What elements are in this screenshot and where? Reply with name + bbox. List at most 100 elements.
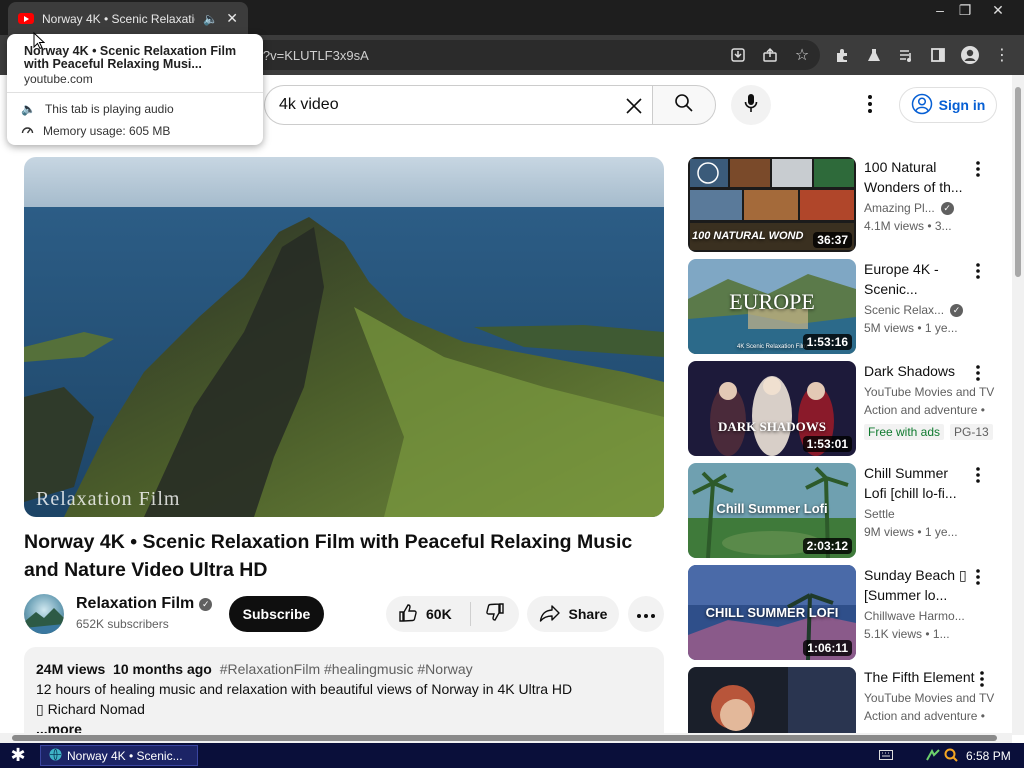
profile-avatar-icon[interactable]	[959, 44, 981, 66]
video-title: Norway 4K • Scenic Relaxation Film with …	[24, 531, 633, 581]
video-duration: 1:53:16	[802, 334, 852, 350]
microphone-icon	[744, 93, 758, 118]
vertical-scroll-thumb[interactable]	[1015, 87, 1021, 277]
sign-in-button[interactable]: Sign in	[899, 87, 997, 123]
thumbnail-caption: CHILL SUMMER LOFI	[705, 605, 839, 620]
channel-avatar[interactable]	[24, 594, 64, 634]
share-arrow-icon	[539, 604, 561, 625]
video-player[interactable]: Relaxation Film	[24, 157, 664, 517]
voice-search-button[interactable]	[731, 85, 771, 125]
search-button[interactable]	[652, 85, 716, 125]
video-menu-icon[interactable]	[968, 261, 988, 281]
window-close-icon[interactable]: ✕	[983, 0, 1013, 20]
recommended-stats: 5.1K views • 1...	[864, 627, 950, 641]
horizontal-scrollbar[interactable]	[0, 733, 1012, 743]
recommended-video[interactable]: Chill Summer Lofi 2:03:12 Chill Summer L…	[688, 463, 1008, 558]
recommended-video[interactable]: The Fifth Element YouTube Movies and TV …	[688, 667, 1008, 733]
mouse-cursor-icon	[33, 31, 46, 55]
recommended-video[interactable]: 100 NATURAL WOND 36:37 100 Natural Wonde…	[688, 157, 1008, 252]
keyboard-icon[interactable]	[878, 748, 894, 762]
youtube-favicon-icon	[18, 13, 34, 24]
recommended-stats: Action and adventure •	[864, 403, 985, 417]
hover-card-memory-row: Memory usage: 605 MB	[21, 123, 170, 138]
recommended-title[interactable]: Chill Summer Lofi [chill lo-fi...	[864, 463, 968, 503]
settings-more-icon[interactable]	[858, 92, 882, 116]
video-thumbnail[interactable]: CHILL SUMMER LOFI 1:06:11	[688, 565, 856, 660]
recommended-channel: Chillwave Harmo...	[864, 609, 965, 623]
memory-gauge-icon	[21, 123, 34, 138]
recommended-channel: YouTube Movies and TV	[864, 691, 995, 705]
os-taskbar: ✱ Norway 4K • Scenic... 6:58 PM	[0, 743, 1024, 768]
hover-card-divider	[7, 92, 263, 93]
thumbnail-caption: EUROPE	[729, 289, 815, 314]
video-menu-icon[interactable]	[972, 669, 992, 689]
hashtags[interactable]: #RelaxationFilm #healingmusic #Norway	[220, 661, 473, 677]
lab-flask-icon[interactable]	[863, 44, 885, 66]
network-icon[interactable]	[925, 748, 941, 762]
like-button[interactable]: 60K	[386, 596, 470, 632]
install-icon[interactable]	[727, 44, 749, 66]
recommended-title[interactable]: 100 Natural Wonders of th...	[864, 157, 968, 197]
url-text: i?v=KLUTLF3x9sA	[260, 48, 369, 63]
taskbar-browser-item[interactable]: Norway 4K • Scenic...	[40, 745, 198, 766]
video-duration: 2:03:12	[802, 538, 852, 554]
recommended-stats: 4.1M views • 3...	[864, 219, 952, 233]
verified-check-icon: ✓	[199, 597, 213, 611]
extensions-icon[interactable]	[831, 44, 853, 66]
recommended-title[interactable]: Europe 4K - Scenic...	[864, 259, 968, 299]
recommended-channel: YouTube Movies and TV	[864, 385, 995, 399]
browser-tab[interactable]: Norway 4K • Scenic Relaxation 🔈 ✕	[8, 2, 248, 35]
recommended-title[interactable]: Dark Shadows	[864, 361, 968, 381]
recommended-stats: 9M views • 1 ye...	[864, 525, 958, 539]
browser-globe-icon	[49, 748, 62, 764]
restore-icon[interactable]: ❐	[950, 0, 980, 20]
video-duration: 1:06:11	[803, 640, 852, 656]
video-thumbnail[interactable]: DARK SHADOWS 1:53:01	[688, 361, 856, 456]
recommended-video[interactable]: DARK SHADOWS 1:53:01 Dark Shadows YouTub…	[688, 361, 1008, 456]
free-with-ads-badge: Free with ads	[864, 424, 945, 440]
more-horizontal-icon	[637, 605, 655, 623]
taskbar-item-label: Norway 4K • Scenic...	[67, 748, 183, 763]
video-thumbnail[interactable]	[688, 667, 856, 733]
share-button[interactable]: Share	[527, 596, 619, 632]
vertical-scrollbar[interactable]	[1012, 75, 1024, 735]
channel-name[interactable]: Relaxation Film ✓	[76, 595, 213, 613]
bookmark-star-icon[interactable]: ☆	[791, 44, 813, 66]
video-menu-icon[interactable]	[968, 159, 988, 179]
video-thumbnail[interactable]: 100 NATURAL WOND 36:37	[688, 157, 856, 252]
clear-search-icon[interactable]	[620, 92, 648, 120]
video-menu-icon[interactable]	[968, 363, 988, 383]
hover-card-audio-row: 🔈 This tab is playing audio	[21, 102, 174, 116]
description-box[interactable]: 24M views 10 months ago #RelaxationFilm …	[24, 647, 664, 747]
recommended-video[interactable]: EUROPE 4K Scenic Relaxation Film 1:53:16…	[688, 259, 1008, 354]
recommended-title[interactable]: The Fifth Element	[864, 667, 984, 687]
hover-card-audio-text: This tab is playing audio	[44, 102, 174, 116]
recommended-title[interactable]: Sunday Beach ▯ [Summer lo...	[864, 565, 968, 605]
side-panel-icon[interactable]	[927, 44, 949, 66]
video-thumbnail[interactable]: EUROPE 4K Scenic Relaxation Film 1:53:16	[688, 259, 856, 354]
thumbnail-caption: DARK SHADOWS	[718, 419, 826, 434]
browser-titlebar: Norway 4K • Scenic Relaxation 🔈 ✕ – ❐ ✕	[0, 0, 1024, 35]
search-tray-icon[interactable]	[943, 748, 959, 762]
video-menu-icon[interactable]	[968, 465, 988, 485]
search-input[interactable]: 4k video	[264, 85, 652, 125]
more-actions-button[interactable]	[628, 596, 664, 632]
media-queue-icon[interactable]	[895, 44, 917, 66]
recommended-video[interactable]: CHILL SUMMER LOFI 1:06:11 Sunday Beach ▯…	[688, 565, 1008, 660]
close-tab-icon[interactable]: ✕	[226, 10, 238, 27]
video-thumbnail[interactable]: Chill Summer Lofi 2:03:12	[688, 463, 856, 558]
channel-name-text: Relaxation Film	[76, 595, 195, 612]
speaker-icon[interactable]: 🔈	[203, 12, 218, 26]
upload-age: 10 months ago	[113, 661, 212, 677]
dislike-button[interactable]	[471, 596, 519, 632]
horizontal-scroll-thumb[interactable]	[12, 735, 997, 741]
browser-menu-icon[interactable]: ⋮	[991, 44, 1013, 66]
share-page-icon[interactable]	[759, 44, 781, 66]
tab-title: Norway 4K • Scenic Relaxation	[42, 11, 196, 26]
video-menu-icon[interactable]	[968, 567, 988, 587]
subscribe-button[interactable]: Subscribe	[229, 596, 324, 632]
start-menu-icon[interactable]: ✱	[6, 745, 30, 766]
video-frame	[24, 157, 664, 517]
thumbs-down-icon	[485, 602, 505, 627]
tab-hover-card: Norway 4K • Scenic Relaxation Film with …	[7, 34, 263, 145]
